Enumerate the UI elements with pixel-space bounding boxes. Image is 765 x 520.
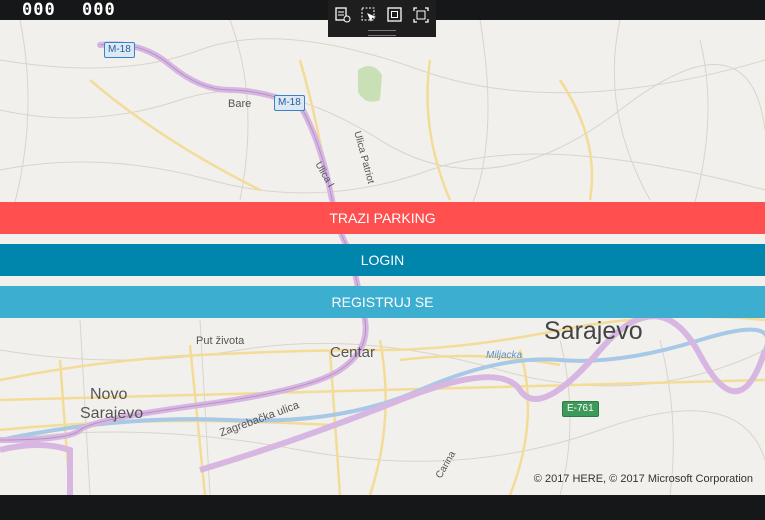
- map-label-novo-sarajevo: Sarajevo: [80, 405, 144, 422]
- frame-rate-counter: 000: [82, 0, 116, 20]
- registruj-se-button[interactable]: REGISTRUJ SE: [0, 286, 765, 318]
- map-label-novo: Novo: [90, 386, 128, 403]
- select-element-icon[interactable]: [360, 6, 378, 24]
- debug-toolbar: [328, 0, 436, 37]
- map-label-put-zivota: Put života: [196, 335, 245, 347]
- m18-shield: M-18: [274, 95, 305, 111]
- map-copyright: © 2017 HERE, © 2017 Microsoft Corporatio…: [533, 473, 753, 485]
- live-visual-tree-icon[interactable]: [334, 6, 352, 24]
- map-label-sarajevo: Sarajevo: [544, 317, 643, 345]
- trazi-parking-button[interactable]: TRAZI PARKING: [0, 202, 765, 234]
- map-label-bare: Bare: [228, 98, 252, 110]
- bottom-bar: [0, 495, 765, 520]
- display-layout-adorners-icon[interactable]: [386, 6, 404, 24]
- login-button[interactable]: LOGIN: [0, 244, 765, 276]
- map-label-miljacka: Miljacka: [486, 350, 523, 361]
- m18-shield: M-18: [104, 42, 135, 58]
- frame-rate-counter: 000: [22, 0, 56, 20]
- track-focused-element-icon[interactable]: [412, 6, 430, 24]
- map-label-centar: Centar: [330, 344, 376, 361]
- toolbar-grip[interactable]: [368, 30, 396, 36]
- e761-shield: E-761: [562, 401, 599, 417]
